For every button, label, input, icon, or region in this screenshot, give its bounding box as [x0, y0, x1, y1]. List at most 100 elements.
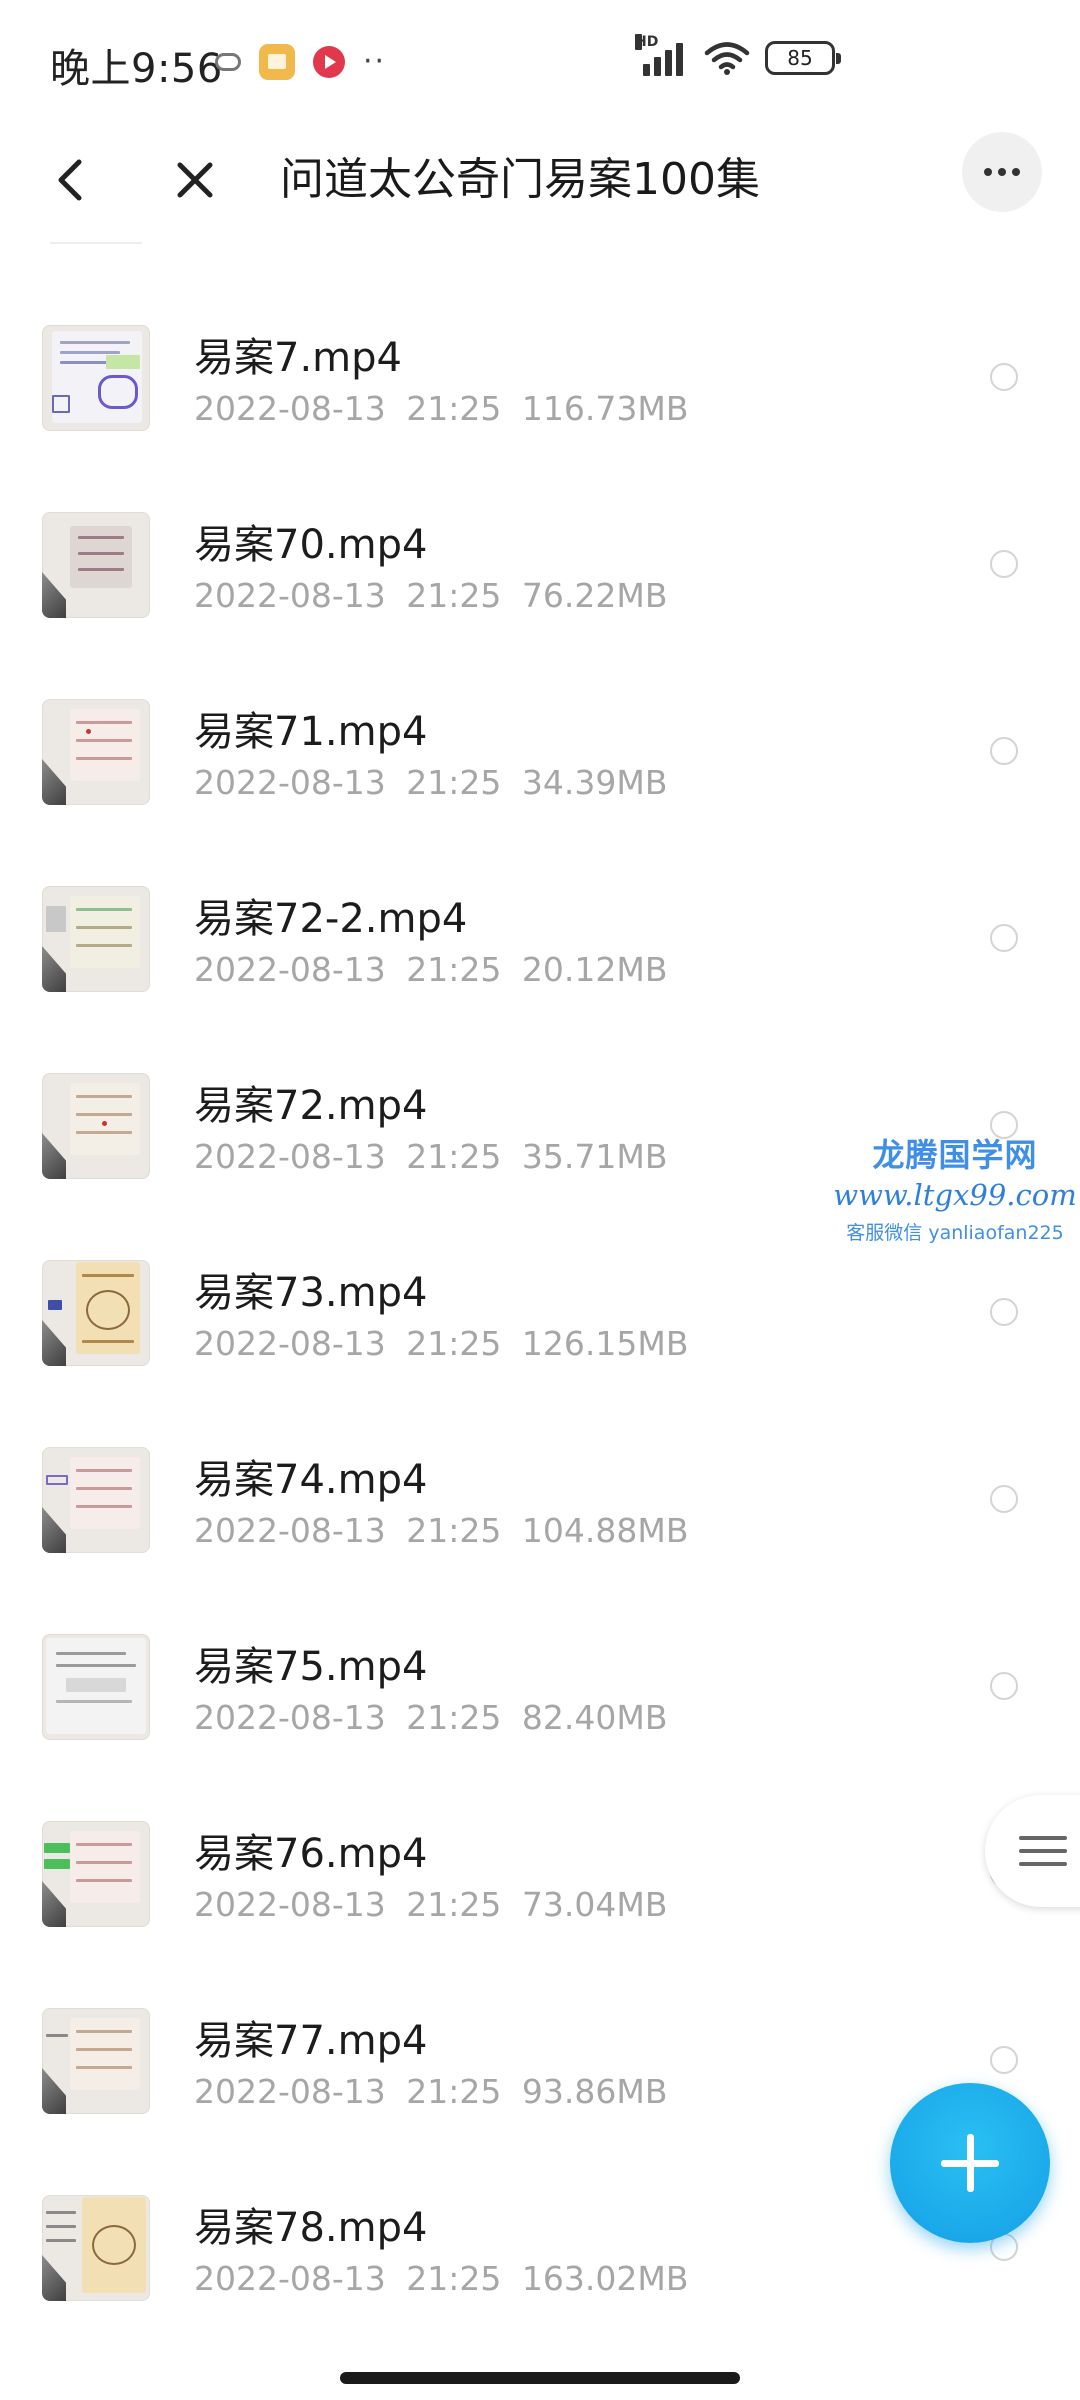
- video-thumbnail: [42, 1821, 150, 1927]
- file-date: 2022-08-13: [194, 576, 386, 615]
- status-time: 晚上9:56: [50, 46, 223, 92]
- file-time: 21:25: [406, 1698, 502, 1737]
- header-bar: 问道太公奇门易案100集: [0, 125, 1080, 235]
- file-meta: 2022-08-13 21:25 93.86MB: [194, 2072, 667, 2111]
- file-size: 35.71MB: [521, 1137, 668, 1176]
- file-size: 104.88MB: [521, 1511, 689, 1550]
- file-size: 93.86MB: [521, 2072, 668, 2111]
- file-time: 21:25: [406, 1511, 502, 1550]
- file-meta: 2022-08-13 21:25 104.88MB: [194, 1511, 688, 1550]
- select-checkbox[interactable]: [990, 1298, 1018, 1326]
- file-date: 2022-08-13: [194, 1137, 386, 1176]
- menu-lines-icon: [1019, 1836, 1067, 1840]
- file-date: 2022-08-13: [194, 1324, 386, 1363]
- more-dots-icon: ··: [363, 44, 387, 79]
- file-size: 163.02MB: [521, 2259, 689, 2298]
- page-title: 问道太公奇门易案100集: [280, 154, 760, 205]
- file-date: 2022-08-13: [194, 1511, 386, 1550]
- list-item[interactable]: 易案71.mp4 2022-08-13 21:25 34.39MB: [0, 659, 1080, 846]
- select-checkbox[interactable]: [990, 2046, 1018, 2074]
- file-time: 21:25: [406, 950, 502, 989]
- select-checkbox[interactable]: [990, 363, 1018, 391]
- video-thumbnail: [42, 2008, 150, 2114]
- more-options-button[interactable]: [962, 132, 1042, 212]
- network-type-label: HD: [635, 34, 659, 50]
- file-name: 易案73.mp4: [194, 1270, 428, 1316]
- watermark: 龙腾国学网 www.ltgx99.com 客服微信 yanliaofan225: [830, 1130, 1080, 1245]
- signal-icon: HD: [635, 34, 689, 76]
- file-list: 易案7.mp4 2022-08-13 21:25 116.73MB 易案70.m…: [0, 285, 1080, 2342]
- file-date: 2022-08-13: [194, 2259, 386, 2298]
- close-button[interactable]: [160, 145, 230, 215]
- video-thumbnail: [42, 325, 150, 431]
- video-thumbnail: [42, 1634, 150, 1740]
- file-size: 76.22MB: [521, 576, 668, 615]
- file-time: 21:25: [406, 763, 502, 802]
- file-date: 2022-08-13: [194, 950, 386, 989]
- file-name: 易案7.mp4: [194, 335, 402, 381]
- select-checkbox[interactable]: [990, 1672, 1018, 1700]
- file-size: 82.40MB: [521, 1698, 668, 1737]
- list-item[interactable]: 易案70.mp4 2022-08-13 21:25 76.22MB: [0, 472, 1080, 659]
- file-name: 易案74.mp4: [194, 1457, 428, 1503]
- file-name: 易案76.mp4: [194, 1831, 428, 1877]
- home-indicator[interactable]: [340, 2372, 740, 2384]
- status-notification-icons: ··: [215, 44, 386, 80]
- list-item[interactable]: 易案7.mp4 2022-08-13 21:25 116.73MB: [0, 285, 1080, 472]
- back-button[interactable]: [40, 145, 100, 215]
- file-size: 73.04MB: [521, 1885, 668, 1924]
- file-time: 21:25: [406, 1885, 502, 1924]
- list-item[interactable]: 易案74.mp4 2022-08-13 21:25 104.88MB: [0, 1407, 1080, 1594]
- video-thumbnail: [42, 886, 150, 992]
- select-checkbox[interactable]: [990, 1485, 1018, 1513]
- file-name: 易案72-2.mp4: [194, 896, 468, 942]
- list-item[interactable]: 易案72-2.mp4 2022-08-13 21:25 20.12MB: [0, 846, 1080, 1033]
- file-meta: 2022-08-13 21:25 20.12MB: [194, 950, 667, 989]
- file-meta: 2022-08-13 21:25 163.02MB: [194, 2259, 688, 2298]
- file-date: 2022-08-13: [194, 389, 386, 428]
- file-meta: 2022-08-13 21:25 126.15MB: [194, 1324, 688, 1363]
- select-checkbox[interactable]: [990, 924, 1018, 952]
- file-date: 2022-08-13: [194, 1885, 386, 1924]
- divider: [50, 242, 142, 244]
- video-thumbnail: [42, 512, 150, 618]
- list-item[interactable]: 易案75.mp4 2022-08-13 21:25 82.40MB: [0, 1594, 1080, 1781]
- file-name: 易案75.mp4: [194, 1644, 428, 1690]
- cloud-icon: [215, 53, 241, 71]
- file-date: 2022-08-13: [194, 1698, 386, 1737]
- file-name: 易案72.mp4: [194, 1083, 428, 1129]
- video-thumbnail: [42, 699, 150, 805]
- video-thumbnail: [42, 1260, 150, 1366]
- file-meta: 2022-08-13 21:25 116.73MB: [194, 389, 688, 428]
- wifi-icon: [704, 42, 750, 75]
- video-thumbnail: [42, 1073, 150, 1179]
- file-time: 21:25: [406, 389, 502, 428]
- watermark-title: 龙腾国学网: [872, 1136, 1038, 1174]
- chevron-left-icon: [58, 159, 82, 201]
- file-date: 2022-08-13: [194, 2072, 386, 2111]
- file-size: 20.12MB: [521, 950, 668, 989]
- video-app-icon: [313, 46, 345, 78]
- status-bar: 晚上9:56 ·· HD 85: [0, 0, 1080, 125]
- app-notification-icon: [259, 44, 295, 80]
- file-time: 21:25: [406, 1137, 502, 1176]
- status-system-icons: HD 85: [635, 34, 841, 76]
- battery-icon: 85: [765, 41, 841, 75]
- file-time: 21:25: [406, 2072, 502, 2111]
- list-item[interactable]: 易案73.mp4 2022-08-13 21:25 126.15MB: [0, 1220, 1080, 1407]
- add-button[interactable]: [890, 2083, 1050, 2243]
- list-item[interactable]: 易案76.mp4 2022-08-13 21:25 73.04MB: [0, 1781, 1080, 1968]
- file-size: 126.15MB: [521, 1324, 689, 1363]
- file-time: 21:25: [406, 2259, 502, 2298]
- select-checkbox[interactable]: [990, 550, 1018, 578]
- file-date: 2022-08-13: [194, 763, 386, 802]
- file-size: 116.73MB: [521, 389, 689, 428]
- select-checkbox[interactable]: [990, 737, 1018, 765]
- file-name: 易案70.mp4: [194, 522, 428, 568]
- close-icon: [177, 162, 213, 198]
- file-meta: 2022-08-13 21:25 82.40MB: [194, 1698, 667, 1737]
- file-meta: 2022-08-13 21:25 34.39MB: [194, 763, 667, 802]
- file-name: 易案77.mp4: [194, 2018, 428, 2064]
- file-time: 21:25: [406, 1324, 502, 1363]
- video-thumbnail: [42, 1447, 150, 1553]
